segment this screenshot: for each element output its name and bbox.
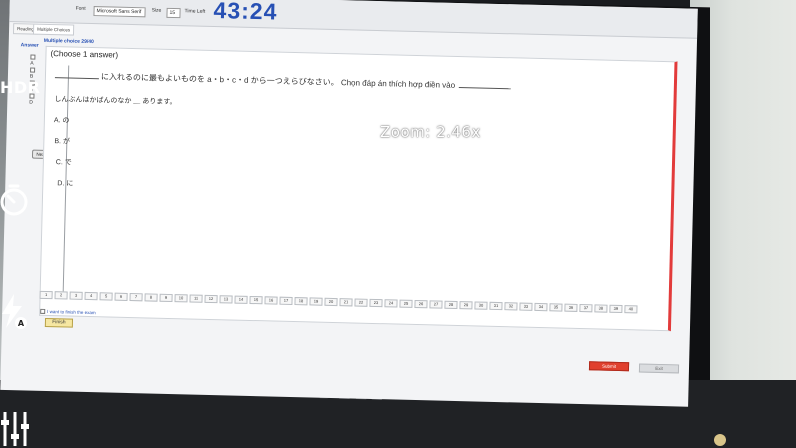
page-button[interactable]: 5 — [99, 292, 113, 301]
page-button[interactable]: 16 — [264, 296, 278, 305]
page-button[interactable]: 23 — [369, 298, 383, 308]
page-button[interactable]: 6 — [114, 292, 128, 301]
answer-title: Answer — [20, 42, 39, 49]
page-button[interactable]: 9 — [159, 293, 173, 303]
size-label: Size — [151, 7, 162, 14]
page-button[interactable]: 2 — [54, 291, 68, 300]
page-button[interactable]: 7 — [129, 293, 143, 302]
question-panel: (Choose 1 answer) に入れるのに最もよいものを a・b・c・d … — [39, 45, 678, 332]
size-select[interactable]: 15 — [166, 7, 181, 19]
page-button[interactable]: 17 — [279, 296, 293, 305]
page-button[interactable]: 38 — [594, 304, 608, 313]
monitor-screen: Font Microsoft Sans Serif Size 15 Time L… — [0, 0, 698, 407]
page-button[interactable]: 4 — [84, 291, 98, 301]
page-button[interactable]: 32 — [504, 302, 518, 311]
question-counter: Multiple choice 29/40 — [43, 37, 94, 46]
page-button[interactable]: 11 — [189, 294, 203, 303]
svg-text:A: A — [18, 319, 25, 328]
page-button[interactable]: 28 — [444, 300, 458, 310]
choice-b[interactable]: B. が — [54, 136, 70, 146]
countdown-timer: 43:24 — [213, 0, 278, 25]
camera-zoom-indicator: Zoom: 2.46x — [380, 123, 481, 141]
checkbox-icon — [30, 54, 36, 60]
page-button[interactable]: 35 — [549, 303, 563, 312]
page-button[interactable]: 19 — [309, 297, 323, 306]
flash-auto-icon[interactable]: A — [0, 292, 30, 332]
choice-d[interactable]: D. に — [57, 178, 73, 188]
exit-button[interactable]: Exit — [638, 363, 680, 374]
page-button[interactable]: 33 — [519, 302, 533, 311]
page-button[interactable]: 27 — [429, 300, 443, 309]
cable-icon — [714, 434, 726, 446]
page-button[interactable]: 20 — [324, 297, 338, 307]
page-button[interactable]: 1 — [39, 290, 53, 300]
page-button[interactable]: 24 — [384, 299, 398, 308]
page-button[interactable]: 26 — [414, 299, 428, 309]
page-button[interactable]: 3 — [69, 291, 83, 300]
page-button[interactable]: 15 — [249, 295, 263, 305]
page-button[interactable]: 21 — [339, 298, 353, 307]
page-button[interactable]: 31 — [489, 301, 503, 311]
page-button[interactable]: 39 — [609, 304, 623, 314]
font-select[interactable]: Microsoft Sans Serif — [93, 6, 146, 18]
answer-option-b[interactable]: B — [30, 67, 40, 80]
page-button[interactable]: 18 — [294, 297, 308, 306]
hdr-toggle[interactable]: HDR — [0, 78, 41, 97]
page-button[interactable]: 10 — [174, 294, 188, 303]
choice-a[interactable]: A. の — [54, 115, 70, 125]
page-button[interactable]: 36 — [564, 303, 578, 312]
page-button[interactable]: 25 — [399, 299, 413, 308]
blank-line — [54, 71, 100, 80]
checkbox-icon — [30, 67, 36, 73]
tab-multiple-choices[interactable]: Multiple Choices — [32, 23, 75, 36]
page-button[interactable]: 12 — [204, 294, 218, 304]
page-button[interactable]: 40 — [624, 305, 638, 314]
settings-sliders-icon[interactable] — [0, 408, 30, 448]
page-button[interactable]: 37 — [579, 304, 593, 313]
blank-line — [459, 81, 512, 90]
page-button[interactable]: 22 — [354, 298, 368, 307]
question-prompt: に入れるのに最もよいものを a・b・c・d から一つえらびなさい。 Chọn đ… — [54, 70, 512, 92]
font-label: Font — [75, 5, 86, 12]
checkbox-icon — [40, 309, 46, 315]
answer-option-a[interactable]: A — [30, 54, 40, 67]
time-left-label: Time Left — [184, 8, 206, 15]
page-button[interactable]: 8 — [144, 293, 158, 302]
page-button[interactable]: 34 — [534, 302, 548, 312]
question-sentence: しんぶんはかばんのなか ＿ あります。 — [54, 96, 177, 107]
page-button[interactable]: 30 — [474, 301, 488, 310]
finish-button[interactable]: Finish — [44, 317, 74, 328]
page-button[interactable]: 29 — [459, 301, 473, 310]
question-instruction: (Choose 1 answer) — [50, 49, 119, 60]
submit-button[interactable]: Submit — [588, 361, 630, 372]
page-button[interactable]: 13 — [219, 295, 233, 304]
choice-c[interactable]: C. で — [56, 157, 72, 167]
page-button[interactable]: 14 — [234, 295, 248, 304]
timer-icon[interactable] — [0, 182, 32, 218]
